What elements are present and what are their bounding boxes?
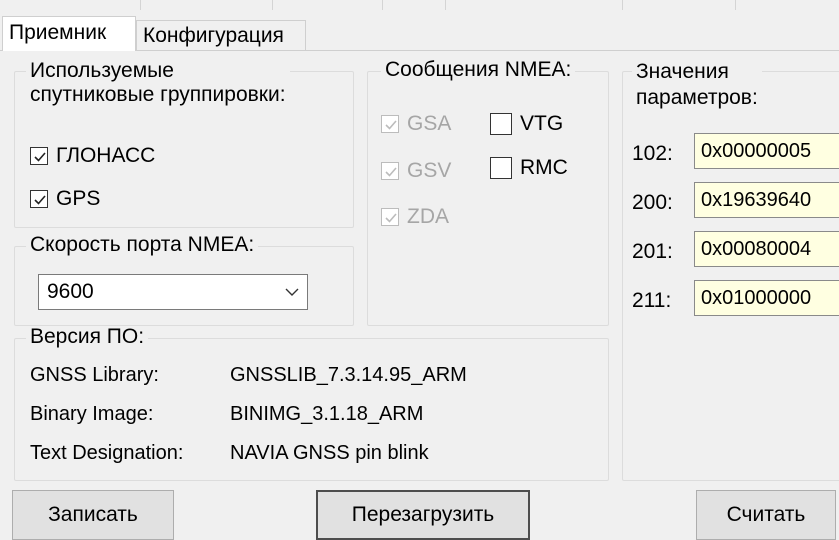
parameters-title: Значения параметров: bbox=[632, 59, 762, 111]
nmea-messages-group bbox=[367, 71, 609, 326]
parameters-title-line2: параметров: bbox=[636, 86, 758, 109]
gnss-library-value: GNSSLIB_7.3.14.95_ARM bbox=[230, 364, 467, 386]
zda-label: ZDA bbox=[407, 205, 449, 228]
param-label-211: 211: bbox=[632, 289, 672, 312]
gsv-check-icon bbox=[381, 162, 399, 180]
binary-image-value: BINIMG_3.1.18_ARM bbox=[230, 403, 424, 425]
constellations-title: Используемые спутниковые группировки: bbox=[26, 59, 290, 107]
port-speed-value: 9600 bbox=[47, 280, 94, 303]
tab-configuration-label: Конфигурация bbox=[143, 24, 284, 47]
gsv-label: GSV bbox=[407, 159, 452, 182]
binary-image-key: Binary Image: bbox=[30, 403, 154, 425]
gps-label: GPS bbox=[56, 187, 101, 210]
rmc-box-icon bbox=[490, 157, 512, 179]
port-speed-title: Скорость порта NMEA: bbox=[26, 234, 259, 256]
text-designation-key: Text Designation: bbox=[30, 442, 184, 464]
nmea-messages-title: Сообщения NMEA: bbox=[381, 59, 576, 81]
tab-receiver[interactable]: Приемник bbox=[2, 16, 136, 51]
rmc-label: RMC bbox=[520, 156, 568, 179]
vtg-box-icon bbox=[490, 113, 512, 135]
rmc-checkbox[interactable]: RMC bbox=[490, 156, 568, 180]
gps-check-icon bbox=[30, 190, 48, 208]
glonass-check-icon bbox=[30, 147, 48, 165]
vtg-label: VTG bbox=[520, 112, 564, 135]
param-field-211[interactable]: 0x01000000 bbox=[694, 280, 839, 316]
constellations-title-line2: спутниковые группировки: bbox=[30, 83, 286, 106]
gsv-checkbox: GSV bbox=[381, 159, 451, 183]
gsa-checkbox: GSA bbox=[381, 112, 451, 136]
gnss-library-key: GNSS Library: bbox=[30, 364, 159, 386]
gsa-label: GSA bbox=[407, 112, 452, 135]
glonass-label: ГЛОНАСС bbox=[56, 144, 156, 167]
zda-check-icon bbox=[381, 208, 399, 226]
constellations-title-line1: Используемые bbox=[30, 59, 174, 82]
param-label-201: 201: bbox=[632, 240, 673, 263]
text-designation-value: NAVIA GNSS pin blink bbox=[230, 442, 429, 464]
glonass-checkbox[interactable]: ГЛОНАСС bbox=[30, 144, 155, 168]
param-label-102: 102: bbox=[632, 142, 673, 165]
param-label-200: 200: bbox=[632, 191, 673, 214]
parameters-title-line1: Значения bbox=[636, 60, 729, 83]
gps-checkbox[interactable]: GPS bbox=[30, 187, 100, 211]
zda-checkbox: ZDA bbox=[381, 205, 449, 229]
chevron-down-icon bbox=[277, 288, 307, 296]
param-field-102[interactable]: 0x00000005 bbox=[694, 133, 839, 169]
param-field-200[interactable]: 0x19639640 bbox=[694, 182, 839, 218]
vtg-checkbox[interactable]: VTG bbox=[490, 112, 563, 136]
tab-receiver-label: Приемник bbox=[9, 21, 107, 44]
port-speed-select[interactable]: 9600 bbox=[38, 274, 308, 310]
gsa-check-icon bbox=[381, 115, 399, 133]
firmware-title: Версия ПО: bbox=[26, 326, 149, 348]
tab-configuration[interactable]: Конфигурация bbox=[136, 20, 306, 51]
param-field-201[interactable]: 0x00080004 bbox=[694, 231, 839, 267]
